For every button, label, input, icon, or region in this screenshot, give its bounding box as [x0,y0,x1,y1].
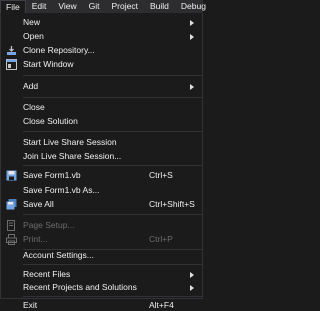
menu-item-label: Clone Repository... [23,45,95,55]
menu-item-exit[interactable]: Exit Alt+F4 [1,299,202,311]
menu-item-label: Save Form1.vb [23,170,81,180]
submenu-arrow-icon [190,272,194,278]
menu-item-label: Account Settings... [23,250,94,260]
file-menu-dropdown: New Open Clone Repository... Start Windo… [0,13,203,310]
menu-item-label: Recent Projects and Solutions [23,282,137,292]
menu-bar: File Edit View Git Project Build Debug [0,0,206,13]
menu-git[interactable]: Git [83,0,106,13]
menu-separator [23,296,202,297]
shortcut-label: Alt+F4 [149,300,174,310]
menu-item-label: Exit [23,300,38,310]
menu-item-label: Close Solution [23,116,78,126]
menu-item-recent-projects[interactable]: Recent Projects and Solutions [1,281,202,294]
clone-repository-icon [6,45,17,56]
menu-item-start-window[interactable]: Start Window [1,58,202,71]
menu-item-save-all[interactable]: Save All Ctrl+Shift+S [1,198,202,211]
menu-item-label: Page Setup... [23,220,75,230]
menu-separator [23,97,202,98]
menu-item-join-live-share[interactable]: Join Live Share Session... [1,150,202,163]
menu-separator [23,131,202,132]
menu-item-label: Start Live Share Session [23,137,117,147]
submenu-arrow-icon [190,84,194,90]
menu-separator [23,214,202,215]
menu-item-open[interactable]: Open [1,30,202,43]
menu-item-save-as[interactable]: Save Form1.vb As... [1,184,202,197]
menu-separator [23,75,202,76]
menu-item-label: Save Form1.vb As... [23,185,100,195]
menu-item-print[interactable]: Print... Ctrl+P [1,233,202,246]
menu-item-recent-files[interactable]: Recent Files [1,268,202,281]
menu-item-account-settings[interactable]: Account Settings... [1,249,202,262]
submenu-arrow-icon [190,20,194,26]
menu-file[interactable]: File [0,0,26,13]
menu-item-label: Close [23,102,45,112]
menu-view[interactable]: View [52,0,82,13]
menu-separator [23,264,202,265]
menu-item-label: Print... [23,234,48,244]
menu-item-label: Add [23,81,39,91]
menu-project[interactable]: Project [106,0,144,13]
menu-item-add[interactable]: Add [1,80,202,93]
menu-item-new[interactable]: New [1,16,202,29]
print-icon [6,234,17,245]
menu-item-clone-repository[interactable]: Clone Repository... [1,44,202,57]
menu-separator [23,165,202,166]
start-window-icon [6,59,17,70]
menu-edit[interactable]: Edit [26,0,53,13]
menu-item-page-setup[interactable]: Page Setup... [1,219,202,232]
menu-item-label: Recent Files [23,269,71,279]
shortcut-label: Ctrl+P [149,234,173,244]
submenu-arrow-icon [190,34,194,40]
save-all-icon [6,199,17,210]
page-setup-icon [6,220,17,231]
menu-item-start-live-share[interactable]: Start Live Share Session [1,136,202,149]
menu-item-save[interactable]: Save Form1.vb Ctrl+S [1,169,202,182]
submenu-arrow-icon [190,285,194,291]
menu-item-label: Open [23,31,44,41]
menu-item-label: Join Live Share Session... [23,151,122,161]
menu-build[interactable]: Build [144,0,175,13]
menu-item-label: New [23,17,41,27]
menu-item-label: Save All [23,199,54,209]
menu-item-close[interactable]: Close [1,101,202,114]
menu-item-label: Start Window [23,59,74,69]
menu-item-close-solution[interactable]: Close Solution [1,115,202,128]
shortcut-label: Ctrl+S [149,170,173,180]
menu-debug[interactable]: Debug [175,0,212,13]
save-icon [6,170,17,181]
shortcut-label: Ctrl+Shift+S [149,199,195,209]
